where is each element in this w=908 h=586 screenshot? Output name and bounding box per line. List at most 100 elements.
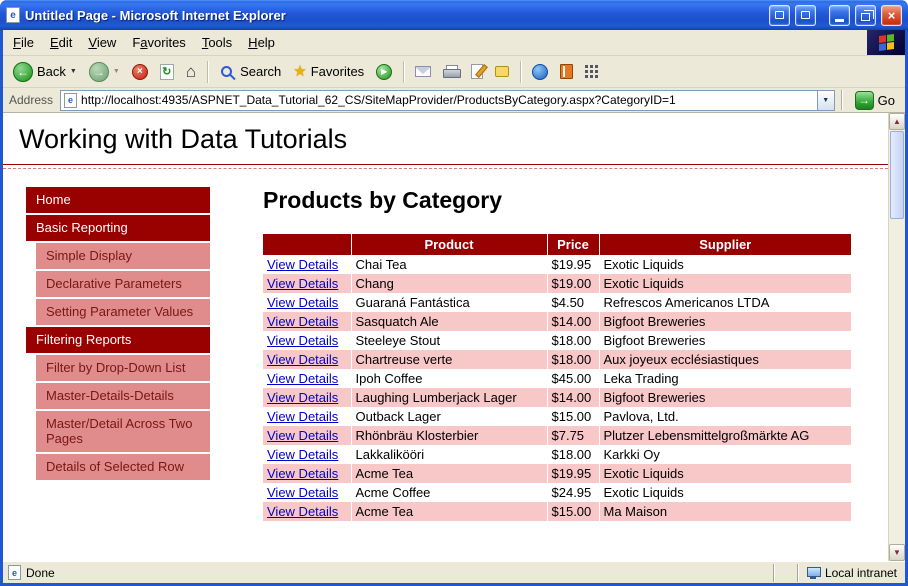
price-cell: $18.00 bbox=[547, 331, 600, 350]
view-details-link[interactable]: View Details bbox=[267, 504, 338, 519]
table-row: View Details Chai Tea $19.95 Exotic Liquids bbox=[263, 255, 851, 274]
favorites-button[interactable]: ★ Favorites bbox=[288, 62, 369, 81]
back-button[interactable]: ← Back ▼ bbox=[8, 60, 82, 84]
sidebar-item-declarative-parameters[interactable]: Declarative Parameters bbox=[36, 271, 210, 297]
menu-item-file[interactable]: File bbox=[5, 31, 42, 54]
details-cell: View Details bbox=[263, 502, 352, 521]
forward-dropdown-icon[interactable]: ▼ bbox=[113, 68, 120, 75]
product-cell: Rhönbräu Klosterbier bbox=[351, 426, 548, 445]
supplier-cell: Aux joyeux ecclésiastiques bbox=[603, 352, 759, 367]
forward-icon: → bbox=[88, 61, 109, 82]
mail-button[interactable] bbox=[410, 64, 436, 79]
vertical-scrollbar[interactable]: ▲ ▼ bbox=[888, 113, 905, 561]
view-details-link[interactable]: View Details bbox=[267, 428, 338, 443]
refresh-icon: ↻ bbox=[159, 63, 174, 80]
address-input[interactable] bbox=[81, 90, 813, 110]
ie-page-icon[interactable]: e bbox=[6, 7, 20, 23]
extra-window-button-1[interactable] bbox=[769, 4, 790, 26]
research-button[interactable] bbox=[555, 62, 578, 81]
extra-window-button-2[interactable] bbox=[795, 4, 816, 26]
messenger-button[interactable] bbox=[527, 62, 553, 82]
view-details-link[interactable]: View Details bbox=[267, 390, 338, 405]
details-cell: View Details bbox=[263, 388, 352, 407]
view-details-link[interactable]: View Details bbox=[267, 409, 338, 424]
details-cell: View Details bbox=[263, 255, 352, 274]
menu-item-tools[interactable]: Tools bbox=[194, 31, 240, 54]
menu-item-edit[interactable]: Edit bbox=[42, 31, 80, 54]
discuss-icon bbox=[495, 66, 510, 77]
table-row: View Details Rhönbräu Klosterbier $7.75 Plu… bbox=[263, 426, 851, 445]
sidebar-item-master-details-details[interactable]: Master-Details-Details bbox=[36, 383, 210, 409]
sidebar-item-master-detail-across-two-pages[interactable]: Master/Detail Across Two Pages bbox=[36, 411, 210, 452]
details-cell: View Details bbox=[263, 483, 352, 502]
view-details-link[interactable]: View Details bbox=[267, 466, 338, 481]
table-row: View Details Acme Coffee $24.95 Exotic Liqu… bbox=[263, 483, 851, 502]
product-cell: Chang bbox=[351, 274, 548, 293]
product-cell: Chai Tea bbox=[351, 255, 548, 274]
toolbar-separator bbox=[207, 60, 209, 83]
mail-icon bbox=[415, 66, 432, 77]
menu-item-favorites[interactable]: Favorites bbox=[124, 31, 193, 54]
view-details-link[interactable]: View Details bbox=[267, 295, 338, 310]
view-details-link[interactable]: View Details bbox=[267, 371, 338, 386]
security-zone-panel: Local intranet bbox=[796, 563, 905, 582]
view-details-link[interactable]: View Details bbox=[267, 257, 338, 272]
sidebar-item-basic-reporting[interactable]: Basic Reporting bbox=[26, 215, 210, 241]
table-row: View Details Ipoh Coffee $45.00 Leka Tradin… bbox=[263, 369, 851, 388]
back-label: Back bbox=[37, 64, 66, 79]
product-cell: Guaraná Fantástica bbox=[351, 293, 548, 312]
details-cell: View Details bbox=[263, 331, 352, 350]
search-button[interactable]: Search bbox=[214, 62, 286, 81]
sidebar-item-details-of-selected-row[interactable]: Details of Selected Row bbox=[36, 454, 210, 480]
keypad-button[interactable] bbox=[580, 63, 603, 80]
table-row: View Details Lakkalikööri $18.00 Karkki Oy bbox=[263, 445, 851, 464]
status-left-panel: e Done bbox=[3, 565, 773, 580]
media-icon: ▶ bbox=[376, 63, 393, 80]
refresh-button[interactable]: ↻ bbox=[155, 62, 179, 82]
minimize-button[interactable] bbox=[829, 4, 850, 26]
go-button[interactable]: → Go bbox=[848, 90, 902, 110]
sidebar-item-simple-display[interactable]: Simple Display bbox=[36, 243, 210, 269]
scroll-up-button[interactable]: ▲ bbox=[889, 113, 905, 130]
close-icon: × bbox=[887, 7, 896, 23]
back-dropdown-icon[interactable]: ▼ bbox=[70, 68, 77, 75]
restore-button[interactable] bbox=[855, 4, 876, 26]
product-cell: Chartreuse verte bbox=[351, 350, 548, 369]
close-button[interactable]: × bbox=[881, 4, 902, 26]
extra-window-icon bbox=[801, 11, 810, 19]
view-details-link[interactable]: View Details bbox=[267, 447, 338, 462]
forward-button[interactable]: → ▼ bbox=[84, 60, 125, 84]
supplier-cell: Exotic Liquids bbox=[603, 466, 684, 481]
price-cell: $15.00 bbox=[547, 502, 600, 521]
media-button[interactable]: ▶ bbox=[371, 62, 397, 82]
table-row: View Details Outback Lager $15.00 Pavlova, … bbox=[263, 407, 851, 426]
sidebar-item-filter-by-drop-down-list[interactable]: Filter by Drop-Down List bbox=[36, 355, 210, 381]
details-cell: View Details bbox=[263, 445, 352, 464]
go-label: Go bbox=[877, 92, 895, 108]
view-details-link[interactable]: View Details bbox=[267, 314, 338, 329]
print-icon bbox=[443, 65, 462, 78]
view-details-link[interactable]: View Details bbox=[267, 485, 338, 500]
sidebar-item-home[interactable]: Home bbox=[26, 187, 210, 213]
address-bar: Address e ▼ → Go bbox=[3, 88, 905, 113]
home-button[interactable]: ⌂ bbox=[181, 61, 201, 82]
view-details-link[interactable]: View Details bbox=[267, 333, 338, 348]
edit-button[interactable] bbox=[466, 62, 488, 81]
discuss-button[interactable] bbox=[490, 64, 514, 79]
scroll-down-button[interactable]: ▼ bbox=[889, 544, 905, 561]
view-details-link[interactable]: View Details bbox=[267, 352, 338, 367]
title-bar: e Untitled Page - Microsoft Internet Exp… bbox=[0, 0, 908, 30]
stop-button[interactable]: × bbox=[127, 62, 153, 82]
address-dropdown-button[interactable]: ▼ bbox=[816, 90, 834, 110]
scrollbar-thumb[interactable] bbox=[890, 131, 904, 219]
extra-window-icon bbox=[775, 11, 784, 19]
print-button[interactable] bbox=[438, 63, 464, 80]
menu-item-help[interactable]: Help bbox=[240, 31, 283, 54]
status-text: Done bbox=[26, 565, 55, 580]
view-details-link[interactable]: View Details bbox=[267, 276, 338, 291]
product-cell: Steeleye Stout bbox=[351, 331, 548, 350]
menu-item-view[interactable]: View bbox=[80, 31, 124, 54]
site-header: Working with Data Tutorials bbox=[3, 113, 888, 165]
sidebar-item-setting-parameter-values[interactable]: Setting Parameter Values bbox=[36, 299, 210, 325]
sidebar-item-filtering-reports[interactable]: Filtering Reports bbox=[26, 327, 210, 353]
